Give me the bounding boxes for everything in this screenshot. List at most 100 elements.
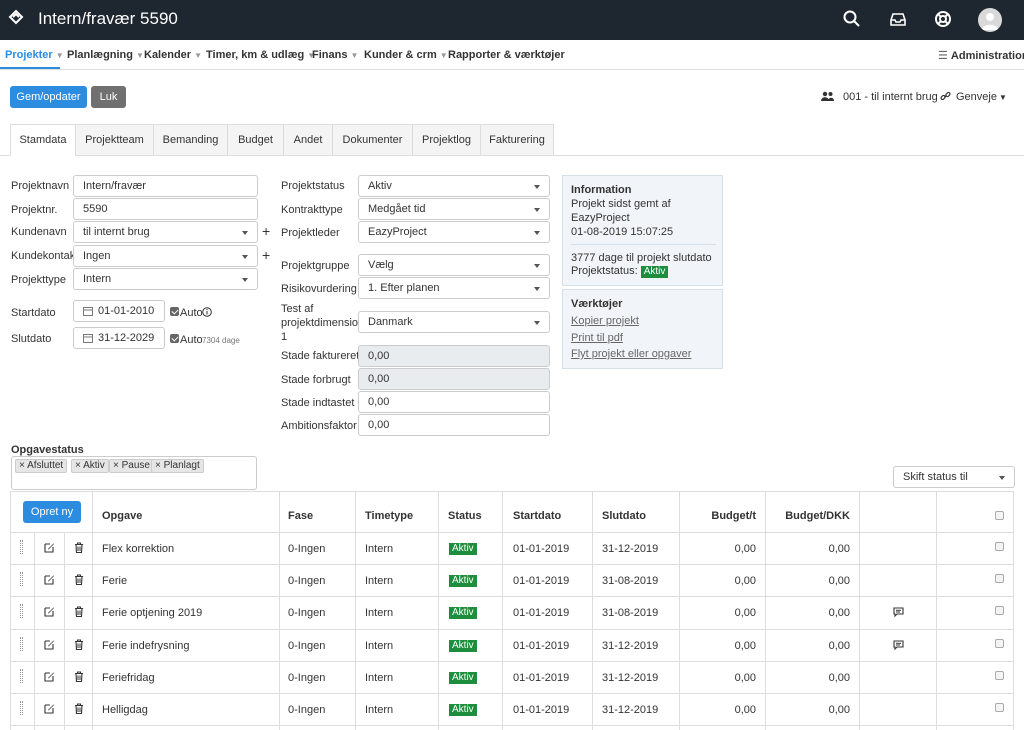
row-checkbox[interactable] <box>995 638 1004 648</box>
table-row[interactable] <box>10 661 1014 693</box>
menu-timer[interactable]: Timer, km & udlæg ▼ <box>206 49 315 61</box>
add-customer-plus-icon[interactable]: + <box>262 223 270 239</box>
status-tag-planlagt[interactable]: × Planlagt <box>151 459 204 473</box>
tab-andet[interactable]: Andet <box>283 124 333 156</box>
startdato-input[interactable]: 01-01-2010 <box>73 300 165 322</box>
projektleder-select[interactable]: EazyProject <box>358 221 550 243</box>
col-status[interactable]: Status <box>448 510 482 522</box>
drag-handle-icon[interactable] <box>20 604 23 619</box>
col-startdato[interactable]: Startdato <box>513 510 561 522</box>
status-tag-aktiv[interactable]: × Aktiv <box>71 459 109 473</box>
projekttype-select[interactable]: Intern <box>73 268 258 290</box>
edit-icon[interactable] <box>44 703 55 714</box>
cell-budget-t: 0,00 <box>734 543 756 555</box>
col-budget-dkk[interactable]: Budget/DKK <box>766 510 850 522</box>
menu-kalender[interactable]: Kalender ▼ <box>144 49 202 61</box>
kundekontakt-select[interactable]: Ingen <box>73 245 258 267</box>
auto-end-checkbox[interactable] <box>170 334 179 343</box>
kundenavn-select[interactable]: til internt brug <box>73 221 258 243</box>
kontrakttype-select[interactable]: Medgået tid <box>358 198 550 220</box>
projektnr-input[interactable]: 5590 <box>73 198 258 220</box>
cell-timetype: Intern <box>365 575 394 588</box>
col-fase[interactable]: Fase <box>288 510 313 522</box>
tab-bemanding[interactable]: Bemanding <box>153 124 228 156</box>
edit-icon[interactable] <box>44 606 55 617</box>
row-checkbox[interactable] <box>995 670 1004 680</box>
table-row[interactable] <box>10 564 1014 596</box>
add-contact-plus-icon[interactable]: + <box>262 247 270 263</box>
col-budget-t[interactable]: Budget/t <box>680 510 756 522</box>
trash-icon[interactable] <box>74 671 84 682</box>
projektnavn-input[interactable]: Intern/fravær <box>73 175 258 197</box>
info-icon[interactable] <box>202 307 212 317</box>
tab-stamdata[interactable]: Stamdata <box>10 124 76 156</box>
menu-planlaegning[interactable]: Planlægning ▼ <box>67 49 144 61</box>
drag-handle-icon[interactable] <box>20 636 23 651</box>
trash-icon[interactable] <box>74 639 84 650</box>
inbox-icon[interactable] <box>888 9 908 29</box>
comment-icon[interactable] <box>893 640 904 650</box>
tab-dokumenter[interactable]: Dokumenter <box>332 124 413 156</box>
projektstatus-select[interactable]: Aktiv <box>358 175 550 197</box>
edit-icon[interactable] <box>44 639 55 650</box>
info-saved-timestamp: 01-08-2019 15:07:25 <box>571 226 674 238</box>
info-days-left: 3777 dage til projekt slutdato <box>571 252 712 264</box>
row-checkbox[interactable] <box>995 606 1004 616</box>
risikovurdering-select[interactable]: 1. Efter planen <box>358 277 550 299</box>
edit-icon[interactable] <box>44 542 55 553</box>
table-row[interactable] <box>10 693 1014 725</box>
move-project-link[interactable]: Flyt projekt eller opgaver <box>571 348 691 360</box>
drag-handle-icon[interactable] <box>20 668 23 683</box>
drag-handle-icon[interactable] <box>20 572 23 587</box>
edit-icon[interactable] <box>44 671 55 682</box>
menu-projekter[interactable]: Projekter ▼ <box>5 49 64 61</box>
select-all-checkbox[interactable] <box>995 511 1004 520</box>
user-avatar[interactable] <box>978 8 1002 32</box>
trash-icon[interactable] <box>74 606 84 618</box>
auto-start-checkbox[interactable] <box>170 307 179 316</box>
projektgruppe-select[interactable]: Vælg <box>358 254 550 276</box>
trash-icon[interactable] <box>74 542 84 553</box>
caret-down-icon <box>534 264 540 268</box>
col-slutdato[interactable]: Slutdato <box>602 510 646 522</box>
stade-indtastet-input[interactable]: 0,00 <box>358 391 550 413</box>
status-tag-pause[interactable]: × Pause <box>109 459 154 473</box>
menu-administration[interactable]: ☰ Administration <box>938 49 1024 62</box>
trash-icon[interactable] <box>74 703 84 714</box>
shortcuts-dropdown[interactable]: Genveje ▼ <box>956 91 1007 103</box>
drag-handle-icon[interactable] <box>20 540 23 554</box>
create-task-button[interactable]: Opret ny <box>23 501 81 523</box>
projektleder-label: Projektleder <box>281 227 340 239</box>
help-lifebuoy-icon[interactable] <box>933 9 953 29</box>
stade-forbrugt-input: 0,00 <box>358 368 550 390</box>
copy-project-link[interactable]: Kopier projekt <box>571 315 639 327</box>
col-opgave[interactable]: Opgave <box>102 510 142 522</box>
trash-icon[interactable] <box>74 574 84 586</box>
testdim-select[interactable]: Danmark <box>358 311 550 333</box>
row-checkbox[interactable] <box>995 542 1004 551</box>
menu-kunder[interactable]: Kunder & crm ▼ <box>364 49 448 61</box>
row-checkbox[interactable] <box>995 703 1004 712</box>
menu-finans[interactable]: Finans ▼ <box>312 49 358 61</box>
comment-icon[interactable] <box>893 607 904 618</box>
tab-projektlog[interactable]: Projektlog <box>412 124 481 156</box>
row-checkbox[interactable] <box>995 574 1004 584</box>
ambitionsfaktor-input[interactable]: 0,00 <box>358 414 550 436</box>
tab-budget[interactable]: Budget <box>227 124 284 156</box>
tab-projektteam[interactable]: Projektteam <box>75 124 154 156</box>
col-timetype[interactable]: Timetype <box>365 510 413 522</box>
app-logo-icon[interactable] <box>7 8 25 26</box>
slutdato-input[interactable]: 31-12-2029 <box>73 327 165 349</box>
drag-handle-icon[interactable] <box>20 701 23 715</box>
cell-timetype: Intern <box>365 639 394 652</box>
status-tag-afsluttet[interactable]: × Afsluttet <box>15 459 68 473</box>
search-icon[interactable] <box>842 9 862 29</box>
print-pdf-link[interactable]: Print til pdf <box>571 332 623 344</box>
save-button[interactable]: Gem/opdater <box>10 86 87 108</box>
edit-icon[interactable] <box>44 574 55 585</box>
menu-rapporter[interactable]: Rapporter & værktøjer <box>448 49 565 61</box>
skift-status-select[interactable]: Skift status til <box>893 466 1015 488</box>
tab-fakturering[interactable]: Fakturering <box>480 124 554 156</box>
projekttype-label: Projekttype <box>11 274 67 286</box>
close-button[interactable]: Luk <box>91 86 126 108</box>
